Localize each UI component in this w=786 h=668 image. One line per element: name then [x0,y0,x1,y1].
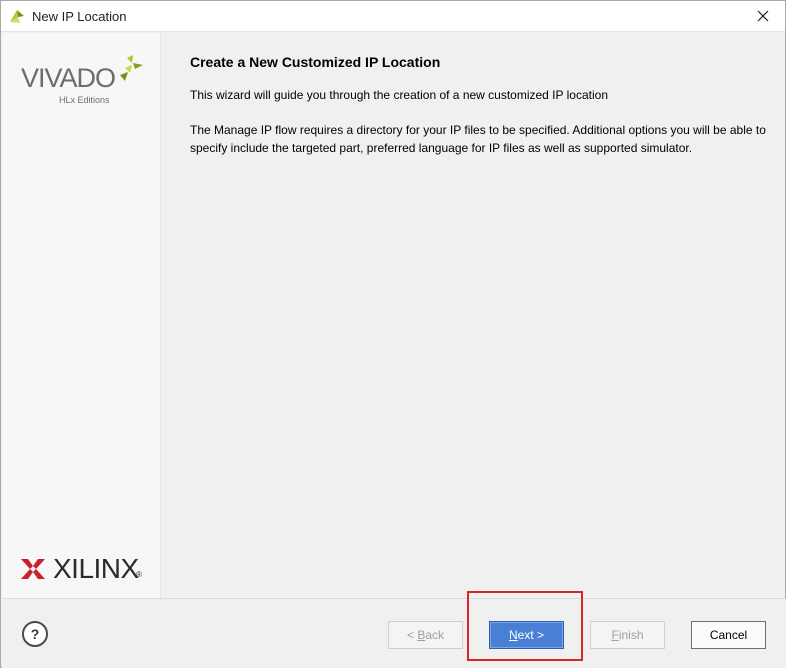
vivado-logo-subtitle: HLx Editions [59,95,110,105]
window-title: New IP Location [32,9,127,24]
xilinx-logo: XILINX ® [21,553,146,584]
wizard-sidebar: VIVADO HLx Editions XILINX ® [2,33,161,598]
vivado-logo-text: VIVADO [21,63,116,93]
finish-button-rest: inish [618,628,644,642]
finish-button-mnemonic: F [611,628,619,642]
cancel-button[interactable]: Cancel [691,621,766,649]
finish-button[interactable]: Finish [590,621,665,649]
back-button-mnemonic: B [417,628,426,642]
close-icon [757,10,769,22]
next-button[interactable]: Next > [489,621,564,649]
title-bar: New IP Location [1,1,785,32]
description-text: The Manage IP flow requires a directory … [190,123,766,155]
help-button[interactable]: ? [22,621,48,647]
help-question-icon: ? [30,626,40,642]
dialog-window: New IP Location VIVADO HLx Editions XILI… [0,0,786,668]
vivado-leaf-mark-icon [120,55,143,81]
vivado-leaf-icon [10,10,24,23]
cancel-button-label: Cancel [709,628,748,642]
wizard-content: Create a New Customized IP Location This… [162,33,785,598]
wizard-footer: ? < Back Next > Finish Cancel [2,598,786,668]
back-button[interactable]: < Back [388,621,463,649]
next-button-rest: ext > [517,628,545,642]
next-button-mnemonic: N [508,628,518,642]
registered-mark: ® [136,570,142,579]
xilinx-logo-text: XILINX [53,553,139,584]
xilinx-mark-icon [21,559,45,579]
vivado-logo: VIVADO HLx Editions [21,55,146,107]
back-button-rest: ack [425,628,445,642]
close-button[interactable] [741,1,785,31]
intro-text: This wizard will guide you through the c… [190,88,609,102]
back-button-prefix: < [406,628,418,642]
page-title: Create a New Customized IP Location [190,54,441,70]
